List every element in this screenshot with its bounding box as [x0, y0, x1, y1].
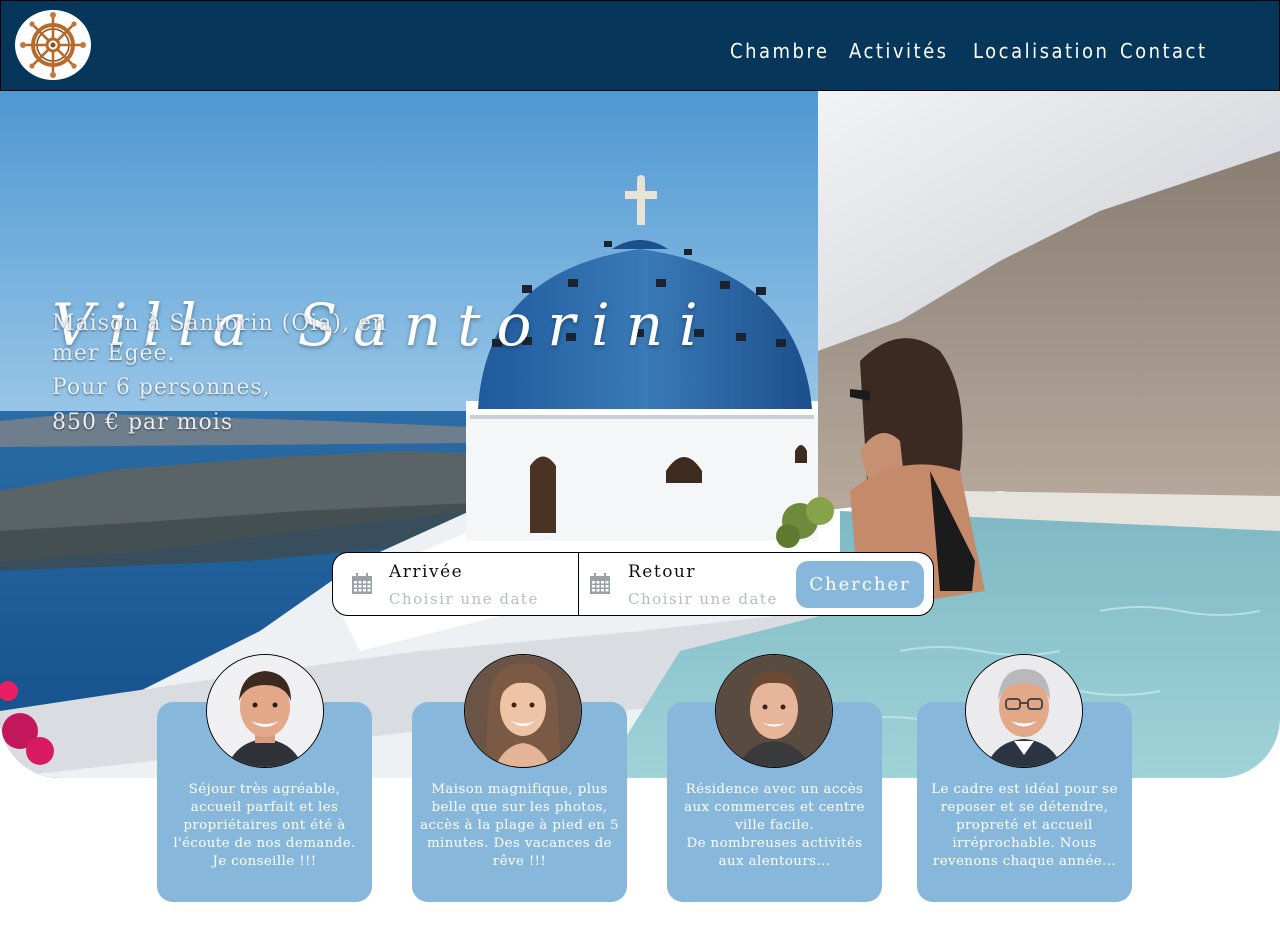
- avatar: [206, 654, 324, 768]
- avatar: [965, 654, 1083, 768]
- hero-section: Villa Santorini Maison à Santorin (Oia),…: [0, 91, 1280, 778]
- return-date-field[interactable]: Retour Choisir une date: [579, 553, 794, 615]
- avatar: [715, 654, 833, 768]
- site-header: Chambre Activités Localisation Contact: [0, 0, 1280, 91]
- booking-search-bar: Arrivée Choisir une date Retour Choisir …: [332, 552, 934, 616]
- calendar-icon: [352, 573, 372, 594]
- hero-price-text: 850 € par mois: [52, 410, 234, 435]
- return-label: Retour: [628, 562, 697, 582]
- nav-link-chambre[interactable]: Chambre: [730, 39, 829, 63]
- testimonial-text: Séjour très agréable, accueil parfait et…: [173, 782, 356, 869]
- hero-location-text: Maison à Santorin (Oia), en mer Egée.: [52, 311, 388, 366]
- nav-link-localisation[interactable]: Localisation: [973, 39, 1109, 63]
- nav-link-contact[interactable]: Contact: [1120, 39, 1208, 63]
- search-button[interactable]: Chercher: [796, 561, 924, 608]
- calendar-icon: [590, 573, 610, 594]
- arrival-label: Arrivée: [389, 562, 464, 582]
- nav-link-activites[interactable]: Activités: [849, 39, 949, 63]
- ship-wheel-icon[interactable]: [15, 10, 91, 80]
- testimonial-text: Résidence avec un accès aux commerces et…: [684, 782, 865, 869]
- testimonial-text: Maison magnifique, plus belle que sur le…: [420, 782, 619, 869]
- return-date-placeholder[interactable]: Choisir une date: [628, 590, 778, 608]
- arrival-date-placeholder[interactable]: Choisir une date: [389, 590, 539, 608]
- hero-capacity-text: Pour 6 personnes,: [52, 375, 271, 400]
- arrival-date-field[interactable]: Arrivée Choisir une date: [333, 553, 578, 615]
- avatar: [464, 654, 582, 768]
- testimonial-text: Le cadre est idéal pour se reposer et se…: [931, 782, 1118, 869]
